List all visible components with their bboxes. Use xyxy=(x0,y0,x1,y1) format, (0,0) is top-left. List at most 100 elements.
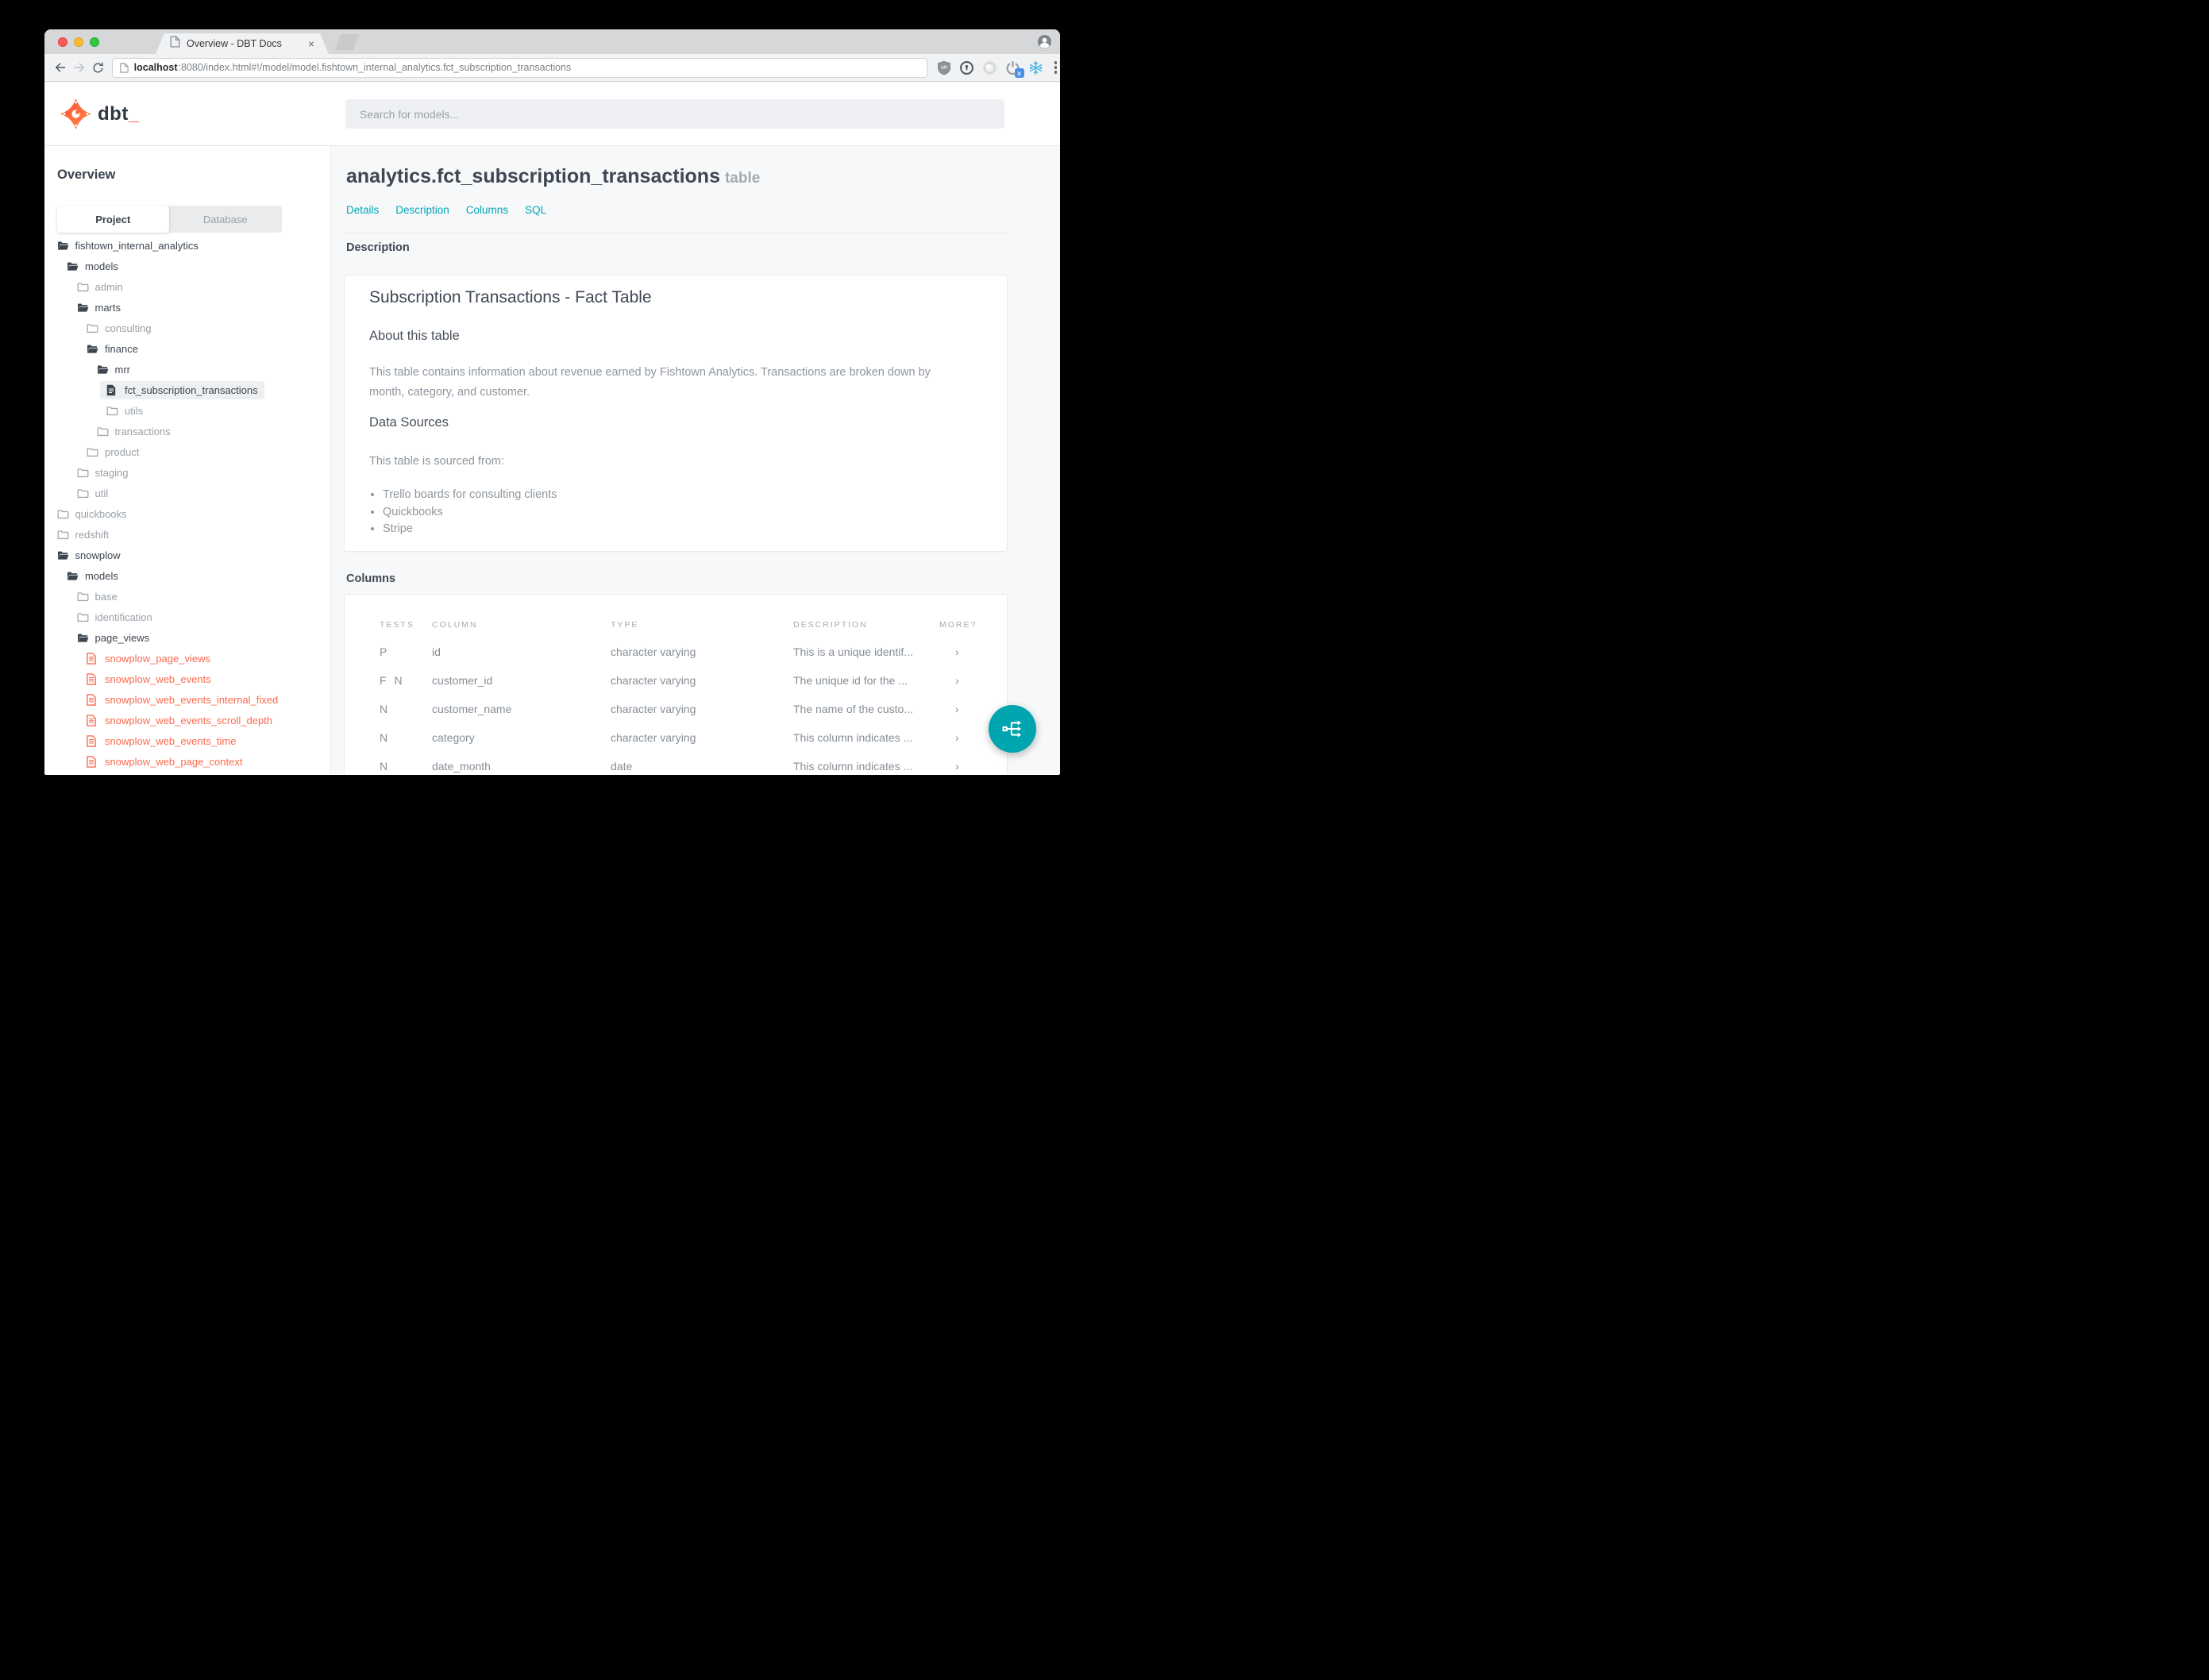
tree-item-snowplow_web_events[interactable]: snowplow_web_events xyxy=(44,669,330,689)
source-item: Quickbooks xyxy=(383,504,557,522)
tree-item-snowplow_web_page_context[interactable]: snowplow_web_page_context xyxy=(44,751,330,772)
reload-button[interactable] xyxy=(90,59,107,76)
col-header-column: COLUMN xyxy=(432,620,478,630)
extension-icons: uO x xyxy=(936,60,1060,78)
new-tab-button[interactable] xyxy=(335,34,359,50)
opera-ring-icon[interactable] xyxy=(982,60,998,75)
tree-item-label: snowplow_web_page_context xyxy=(105,755,243,768)
nav-columns[interactable]: Columns xyxy=(466,204,508,216)
close-window-button[interactable] xyxy=(58,37,67,47)
browser-menu-icon[interactable] xyxy=(1054,61,1058,74)
sidebar-view-toggle: Project Database xyxy=(56,206,282,233)
tree-item-label: admin xyxy=(94,280,123,293)
tree-item-label: page_views xyxy=(94,631,150,644)
zoom-window-button[interactable] xyxy=(90,37,99,47)
tree-item-util[interactable]: util xyxy=(44,483,330,503)
tree-item-utils[interactable]: utils xyxy=(44,400,330,421)
power-x-badge: x xyxy=(1014,68,1024,78)
document-icon xyxy=(106,384,118,396)
tree-item-models[interactable]: models xyxy=(44,256,330,276)
document-icon xyxy=(87,755,98,768)
tree-item-label: mrr xyxy=(114,363,131,376)
dbt-logo[interactable]: dbt_ xyxy=(60,98,140,130)
page-icon xyxy=(119,62,129,73)
tree-item-snowplow_web_events_scroll_depth[interactable]: snowplow_web_events_scroll_depth xyxy=(44,710,330,730)
tab-project[interactable]: Project xyxy=(56,206,169,233)
folder-open-icon xyxy=(57,241,69,251)
tree-item-transactions[interactable]: transactions xyxy=(44,421,330,441)
cell-type: character varying xyxy=(611,645,696,658)
back-button[interactable] xyxy=(52,59,69,76)
power-toggle-icon[interactable]: x xyxy=(1005,60,1024,78)
tree-item-snowplow_web_events_internal_fixed[interactable]: snowplow_web_events_internal_fixed xyxy=(44,689,330,710)
tree-item-snowplow[interactable]: snowplow xyxy=(44,545,330,565)
expand-row-chevron-icon[interactable]: › xyxy=(939,666,1007,695)
folder-open-icon xyxy=(67,261,79,272)
cell-column: id xyxy=(432,645,441,658)
screenshot-stage: Overview - DBT Docs × localhost:8080/ind… xyxy=(0,0,1104,840)
columns-table: TESTS COLUMN TYPE DESCRIPTION MORE? P id… xyxy=(345,595,1007,774)
tree-item-label: redshift xyxy=(75,528,110,541)
tree-item-identification[interactable]: identification xyxy=(44,607,330,627)
tree-item-fct_subscription_transactions[interactable]: fct_subscription_transactions xyxy=(44,380,330,400)
tree-item-snowplow_page_views[interactable]: snowplow_page_views xyxy=(44,648,330,669)
about-heading: About this table xyxy=(369,329,460,343)
nav-sql[interactable]: SQL xyxy=(525,204,546,216)
ublock-shield-icon[interactable]: uO xyxy=(936,60,952,75)
table-row-category[interactable]: N category character varying This column… xyxy=(345,723,1007,752)
browser-profile-avatar[interactable] xyxy=(1037,34,1052,49)
expand-row-chevron-icon[interactable]: › xyxy=(939,752,1007,774)
tree-item-finance[interactable]: finance xyxy=(44,338,330,359)
tree-item-label: models xyxy=(85,260,118,272)
tree-item-models[interactable]: models xyxy=(44,565,330,586)
forward-button[interactable] xyxy=(71,59,88,76)
1password-keyhole-icon[interactable] xyxy=(959,60,975,75)
tree-item-fishtown_internal_analytics[interactable]: fishtown_internal_analytics xyxy=(44,235,330,256)
nav-details[interactable]: Details xyxy=(346,204,379,216)
tab-database[interactable]: Database xyxy=(169,206,282,233)
nav-description[interactable]: Description xyxy=(395,204,449,216)
tab-title: Overview - DBT Docs xyxy=(187,38,282,49)
tree-item-label: fct_subscription_transactions xyxy=(125,383,258,396)
sidebar-title: Overview xyxy=(57,168,116,182)
table-row-id[interactable]: P id character varying This is a unique … xyxy=(345,638,1007,666)
tree-item-label: snowplow_web_events_internal_fixed xyxy=(105,693,279,706)
table-row-customer_name[interactable]: N customer_name character varying The na… xyxy=(345,695,1007,723)
snowflake-icon[interactable] xyxy=(1028,60,1044,75)
tree-item-label: fishtown_internal_analytics xyxy=(75,239,199,252)
minimize-window-button[interactable] xyxy=(74,37,83,47)
tree-item-quickbooks[interactable]: quickbooks xyxy=(44,503,330,524)
tree-item-label: util xyxy=(94,487,109,499)
tree-item-consulting[interactable]: consulting xyxy=(44,318,330,338)
table-row-customer_id[interactable]: F N customer_id character varying The un… xyxy=(345,666,1007,695)
search-input[interactable] xyxy=(345,99,1004,129)
tree-item-base[interactable]: base xyxy=(44,586,330,607)
expand-row-chevron-icon[interactable]: › xyxy=(939,638,1007,666)
tree-item-staging[interactable]: staging xyxy=(44,462,330,483)
table-row-date_month[interactable]: N date_month date This column indicates … xyxy=(345,752,1007,774)
browser-tab-strip: Overview - DBT Docs × xyxy=(44,29,1060,54)
description-section-label: Description xyxy=(346,241,410,254)
browser-tab[interactable]: Overview - DBT Docs × xyxy=(156,33,329,54)
sidebar: Overview Project Database fishtown_inter… xyxy=(44,146,331,774)
tree-item-mrr[interactable]: mrr xyxy=(44,359,330,380)
tree-item-redshift[interactable]: redshift xyxy=(44,524,330,545)
source-item: Stripe xyxy=(383,521,557,538)
address-bar[interactable]: localhost:8080/index.html#!/model/model.… xyxy=(111,57,927,78)
tree-item-marts[interactable]: marts xyxy=(44,297,330,318)
tree-item-label: utils xyxy=(125,404,144,417)
model-tree: fishtown_internal_analyticsmodels admin ma… xyxy=(44,235,330,772)
tree-item-label: identification xyxy=(94,611,152,623)
tree-item-product[interactable]: product xyxy=(44,441,330,462)
main-area: analytics.fct_subscription_transactions t… xyxy=(331,146,1060,774)
folder-icon xyxy=(57,509,69,519)
tab-close-icon[interactable]: × xyxy=(308,38,314,49)
lineage-graph-button[interactable] xyxy=(989,705,1036,753)
folder-open-icon xyxy=(87,344,98,354)
tree-item-page_views[interactable]: page_views xyxy=(44,627,330,648)
source-item: Trello boards for consulting clients xyxy=(383,487,557,504)
cell-column: category xyxy=(432,731,475,744)
tree-item-label: consulting xyxy=(105,322,152,334)
tree-item-snowplow_web_events_time[interactable]: snowplow_web_events_time xyxy=(44,730,330,751)
tree-item-admin[interactable]: admin xyxy=(44,276,330,297)
